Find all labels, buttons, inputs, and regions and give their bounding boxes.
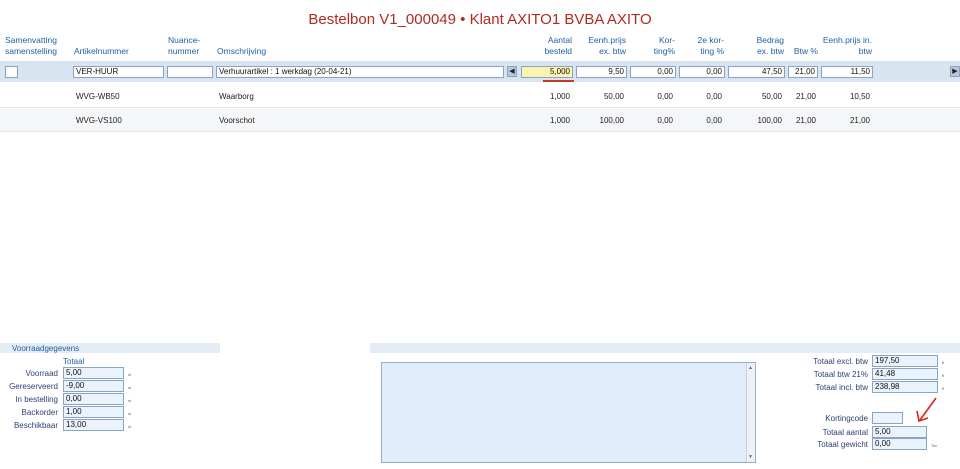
header-eenhprijs-in: Eenh.prijs in. btw: [822, 35, 872, 56]
header-aantal: Aantal besteld: [544, 35, 572, 56]
stock-unit: st: [128, 398, 132, 403]
total-gewicht-value: 0,00: [872, 438, 927, 450]
cell-eenhprijs: 100,00: [599, 116, 624, 125]
scroll-up-icon[interactable]: ▲: [748, 365, 753, 371]
page-title: Bestelbon V1_000049 • Klant AXITO1 BVBA …: [308, 11, 652, 28]
nuance-input[interactable]: [167, 66, 213, 78]
total-aantal-label: Totaal aantal: [822, 428, 868, 437]
kortingcode-input[interactable]: [872, 412, 903, 424]
total-aantal-value: 5,00: [872, 426, 927, 438]
table-row[interactable]: WVG-VS100 Voorschot 1,000 100,00 0,00 0,…: [0, 109, 960, 132]
cell-bedrag: 100,00: [757, 116, 782, 125]
cell-omschrijving: Voorschot: [219, 116, 255, 125]
euro-unit: €: [942, 373, 945, 378]
total-gewicht-label: Totaal gewicht: [817, 440, 868, 449]
stock-label-backorder: Backorder: [21, 408, 58, 417]
stock-unit: st: [128, 424, 132, 429]
eenhprijs-input[interactable]: 9,50: [576, 66, 627, 78]
total-excl-value: 197,50: [872, 355, 938, 367]
omschrijving-input[interactable]: Verhuurartikel : 1 werkdag (20-04-21): [216, 66, 504, 78]
stock-value-in-bestelling: 0,00: [63, 393, 124, 405]
cell-eenhprijs: 50,00: [603, 92, 624, 101]
header-bedrag: Bedrag ex. btw: [756, 35, 784, 56]
total-btw-value: 41,48: [872, 368, 938, 380]
total-incl-value: 238,98: [872, 381, 938, 393]
eenhprijs-in-input[interactable]: 11,50: [821, 66, 873, 78]
cell-korting2: 0,00: [706, 92, 722, 101]
stock-label-beschikbaar: Beschikbaar: [13, 421, 58, 430]
stock-panel-title: Voorraadgegevens: [12, 344, 80, 353]
total-btw-label: Totaal btw 21%: [813, 370, 868, 379]
stock-value-gereserveerd: -9,00: [63, 380, 124, 392]
artikelnummer-input[interactable]: VER-HUUR: [73, 66, 164, 78]
cell-aantal: 1,000: [549, 116, 570, 125]
table-row[interactable]: WVG-WB50 Waarborg 1,000 50,00 0,00 0,00 …: [0, 85, 960, 108]
euro-unit: €: [942, 360, 945, 365]
stock-label-in-bestelling: In bestelling: [15, 395, 58, 404]
scroll-down-icon[interactable]: ▼: [748, 454, 753, 460]
stock-unit: st: [128, 385, 132, 390]
header-omschrijving: Omschrijving: [217, 46, 267, 56]
cell-artikelnummer: WVG-WB50: [76, 92, 120, 101]
cell-aantal: 1,000: [549, 92, 570, 101]
header-korting: Kor-ting%: [653, 35, 675, 56]
ton-unit: Ton: [931, 443, 938, 448]
bedrag-input[interactable]: 47,50: [728, 66, 785, 78]
cell-btw: 21,00: [795, 116, 816, 125]
cell-korting2: 0,00: [706, 116, 722, 125]
stock-value-backorder: 1,00: [63, 406, 124, 418]
stock-value-voorraad: 5,00: [63, 367, 124, 379]
cell-omschrijving: Waarborg: [219, 92, 254, 101]
header-artikelnummer: Artikelnummer: [74, 46, 129, 56]
next-arrow-icon[interactable]: ▶: [950, 66, 960, 77]
cell-eenhprijs-in: 10,50: [849, 92, 870, 101]
stock-label-gereserveerd: Gereserveerd: [9, 382, 58, 391]
kortingcode-label: Kortingcode: [825, 414, 868, 423]
cell-artikelnummer: WVG-VS100: [76, 116, 122, 125]
header-samenvatting: Samenvatting samenstelling: [5, 35, 57, 56]
aantal-input[interactable]: 5,000: [521, 66, 573, 78]
total-incl-label: Totaal incl. btw: [815, 383, 868, 392]
euro-unit: €: [942, 386, 945, 391]
memo-scrollbar[interactable]: ▲ ▼: [746, 363, 755, 462]
header-btw: Btw %: [793, 46, 818, 56]
edit-row: VER-HUUR Verhuurartikel : 1 werkdag (20-…: [0, 61, 960, 82]
stock-label-voorraad: Voorraad: [25, 369, 58, 378]
cell-bedrag: 50,00: [761, 92, 782, 101]
annotation-arrow-icon: [916, 397, 937, 423]
stock-unit: st: [128, 372, 132, 377]
memo-textarea[interactable]: ▲ ▼: [381, 362, 756, 463]
totals-panel-header: [370, 343, 960, 353]
korting2-input[interactable]: 0,00: [679, 66, 725, 78]
stock-column-title: Totaal: [63, 357, 85, 366]
btw-input[interactable]: 21,00: [788, 66, 818, 78]
header-korting2: 2e kor-ting %: [697, 35, 724, 56]
total-excl-label: Totaal excl. btw: [813, 357, 868, 366]
header-eenhprijs: Eenh.prijs ex. btw: [588, 35, 626, 56]
samenvatting-checkbox[interactable]: [5, 66, 18, 78]
prev-arrow-icon[interactable]: ◀: [507, 66, 517, 77]
stock-value-beschikbaar: 13,00: [63, 419, 124, 431]
cell-korting: 0,00: [657, 92, 673, 101]
annotation-underline: [543, 80, 574, 82]
header-nuance: Nuance-nummer: [168, 35, 201, 56]
cell-korting: 0,00: [657, 116, 673, 125]
cell-btw: 21,00: [795, 92, 816, 101]
stock-unit: st: [128, 411, 132, 416]
korting-input[interactable]: 0,00: [630, 66, 676, 78]
cell-eenhprijs-in: 21,00: [849, 116, 870, 125]
